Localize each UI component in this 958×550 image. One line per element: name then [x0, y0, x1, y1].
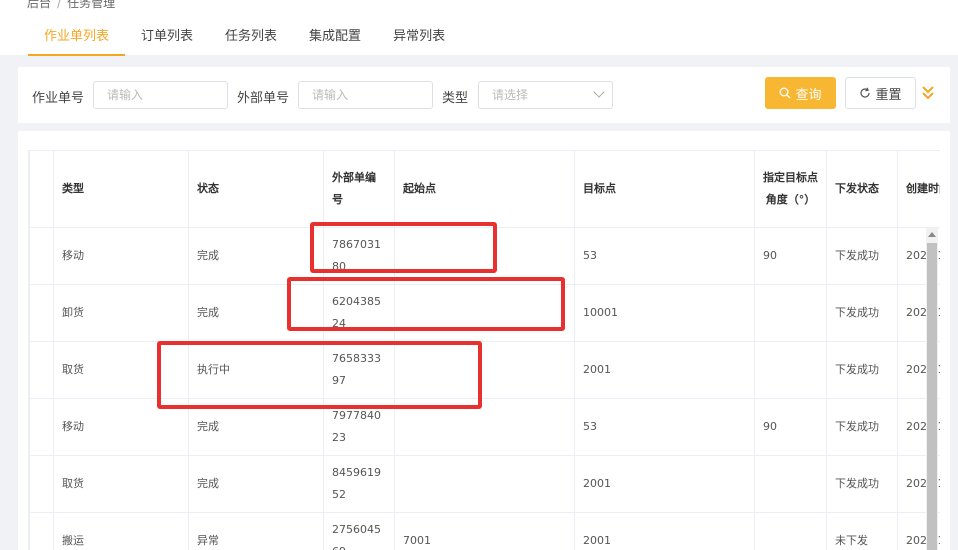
cell-target: 53 [574, 227, 755, 285]
cell-ext-no: 275604569 [323, 512, 395, 550]
cell-target: 2001 [574, 341, 755, 399]
cell-angle: 90 [754, 227, 827, 285]
cell-angle [754, 284, 827, 342]
cell-status: 完成 [188, 455, 324, 513]
tab-job-list[interactable]: 作业单列表 [28, 22, 126, 56]
row-select-cell [29, 512, 54, 550]
breadcrumb-separator: / [57, 0, 62, 10]
cell-dispatch: 未下发 [826, 512, 898, 550]
cell-dispatch: 下发成功 [826, 341, 898, 399]
breadcrumb-home[interactable]: 后台 [27, 0, 51, 10]
tab-task-list[interactable]: 任务列表 [209, 22, 293, 56]
ext-no-input[interactable] [298, 81, 433, 109]
table-row[interactable]: 取货 完成 845961952 2001 下发成功 2025 10 [29, 455, 940, 513]
refresh-icon [860, 87, 871, 98]
table-row[interactable]: 移动 完成 786703180 53 90 下发成功 2025 10 [29, 227, 940, 285]
cell-ext-no: 786703180 [323, 227, 395, 285]
breadcrumb-current: 任务管理 [67, 0, 116, 10]
cell-type: 移动 [53, 398, 189, 456]
double-chevron-down-icon[interactable] [921, 84, 935, 102]
cell-target: 10001 [574, 284, 755, 342]
tab-exception-list[interactable]: 异常列表 [377, 22, 461, 56]
cell-status: 异常 [188, 512, 324, 550]
cell-dispatch: 下发成功 [826, 398, 898, 456]
header-ext-no: 外部单编号 [323, 150, 395, 228]
cell-status: 完成 [188, 398, 324, 456]
row-select-cell [29, 227, 54, 285]
cell-status: 完成 [188, 284, 324, 342]
filter-panel: 作业单号 外部单号 类型 请选择 查询 重置 [18, 67, 950, 123]
query-button-label: 查询 [795, 87, 822, 103]
cell-target: 2001 [574, 455, 755, 513]
cell-status: 完成 [188, 227, 324, 285]
cell-angle: 90 [754, 398, 827, 456]
tab-order-list[interactable]: 订单列表 [125, 22, 209, 56]
header-status: 状态 [188, 150, 324, 228]
scroll-up-arrow-icon[interactable] [928, 232, 936, 237]
scrollbar-thumb[interactable] [927, 243, 937, 550]
cell-start [394, 227, 575, 285]
cell-start [394, 398, 575, 456]
cell-ext-no: 765833397 [323, 341, 395, 399]
cell-start [394, 284, 575, 342]
row-select-cell [29, 398, 54, 456]
header-target: 目标点 [574, 150, 755, 228]
type-select[interactable]: 请选择 [478, 81, 613, 109]
query-button[interactable]: 查询 [765, 77, 836, 109]
tab-integration-config[interactable]: 集成配置 [293, 22, 377, 56]
cell-status: 执行中 [188, 341, 324, 399]
cell-ext-no: 845961952 [323, 455, 395, 513]
table-row[interactable]: 卸货 完成 620438524 10001 下发成功 2025 10 [29, 284, 940, 342]
header-created: 创建时间 [897, 150, 940, 228]
cell-angle [754, 341, 827, 399]
chevron-down-icon [593, 86, 605, 98]
row-select-cell [29, 284, 54, 342]
type-select-placeholder: 请选择 [492, 88, 529, 102]
reset-button-label: 重置 [875, 87, 902, 103]
cell-type: 取货 [53, 341, 189, 399]
cell-start [394, 455, 575, 513]
table-row[interactable]: 取货 执行中 765833397 2001 下发成功 2025 10 [29, 341, 940, 399]
job-no-input[interactable] [93, 81, 228, 109]
cell-start [394, 341, 575, 399]
cell-start: 7001 [394, 512, 575, 550]
cell-dispatch: 下发成功 [826, 284, 898, 342]
header-dispatch: 下发状态 [826, 150, 898, 228]
cell-target: 53 [574, 398, 755, 456]
cell-ext-no: 797784023 [323, 398, 395, 456]
type-label: 类型 [442, 91, 469, 106]
cell-type: 移动 [53, 227, 189, 285]
job-no-label: 作业单号 [32, 91, 85, 106]
header-select [29, 150, 54, 228]
ext-no-label: 外部单号 [237, 91, 290, 106]
table-row[interactable]: 移动 完成 797784023 53 90 下发成功 2025 10 [29, 398, 940, 456]
cell-type: 卸货 [53, 284, 189, 342]
vertical-scrollbar[interactable] [926, 228, 938, 550]
breadcrumb: 后台 / 任务管理 [27, 0, 115, 11]
cell-target: 2001 [574, 512, 755, 550]
cell-dispatch: 下发成功 [826, 227, 898, 285]
row-select-cell [29, 341, 54, 399]
reset-button[interactable]: 重置 [845, 77, 916, 109]
cell-dispatch: 下发成功 [826, 455, 898, 513]
row-select-cell [29, 455, 54, 513]
cell-angle [754, 455, 827, 513]
cell-type: 取货 [53, 455, 189, 513]
top-bar: 后台 / 任务管理 作业单列表 订单列表 任务列表 集成配置 异常列表 [0, 0, 958, 56]
data-table-wrapper: 类型 状态 外部单编号 起始点 目标点 指定目标点角度（°） 下发状态 创建时间… [28, 150, 940, 550]
header-angle: 指定目标点角度（°） [754, 150, 827, 228]
search-icon [780, 87, 791, 99]
cell-type: 搬运 [53, 512, 189, 550]
job-table: 类型 状态 外部单编号 起始点 目标点 指定目标点角度（°） 下发状态 创建时间… [29, 150, 940, 550]
header-start: 起始点 [394, 150, 575, 228]
cell-ext-no: 620438524 [323, 284, 395, 342]
header-type: 类型 [53, 150, 189, 228]
table-card: 类型 状态 外部单编号 起始点 目标点 指定目标点角度（°） 下发状态 创建时间… [18, 131, 950, 550]
table-row[interactable]: 搬运 异常 275604569 7001 2001 未下发 2024 10 [29, 512, 940, 550]
cell-angle [754, 512, 827, 550]
tab-bar: 作业单列表 订单列表 任务列表 集成配置 异常列表 [28, 22, 461, 56]
table-header-row: 类型 状态 外部单编号 起始点 目标点 指定目标点角度（°） 下发状态 创建时间 [29, 150, 940, 228]
